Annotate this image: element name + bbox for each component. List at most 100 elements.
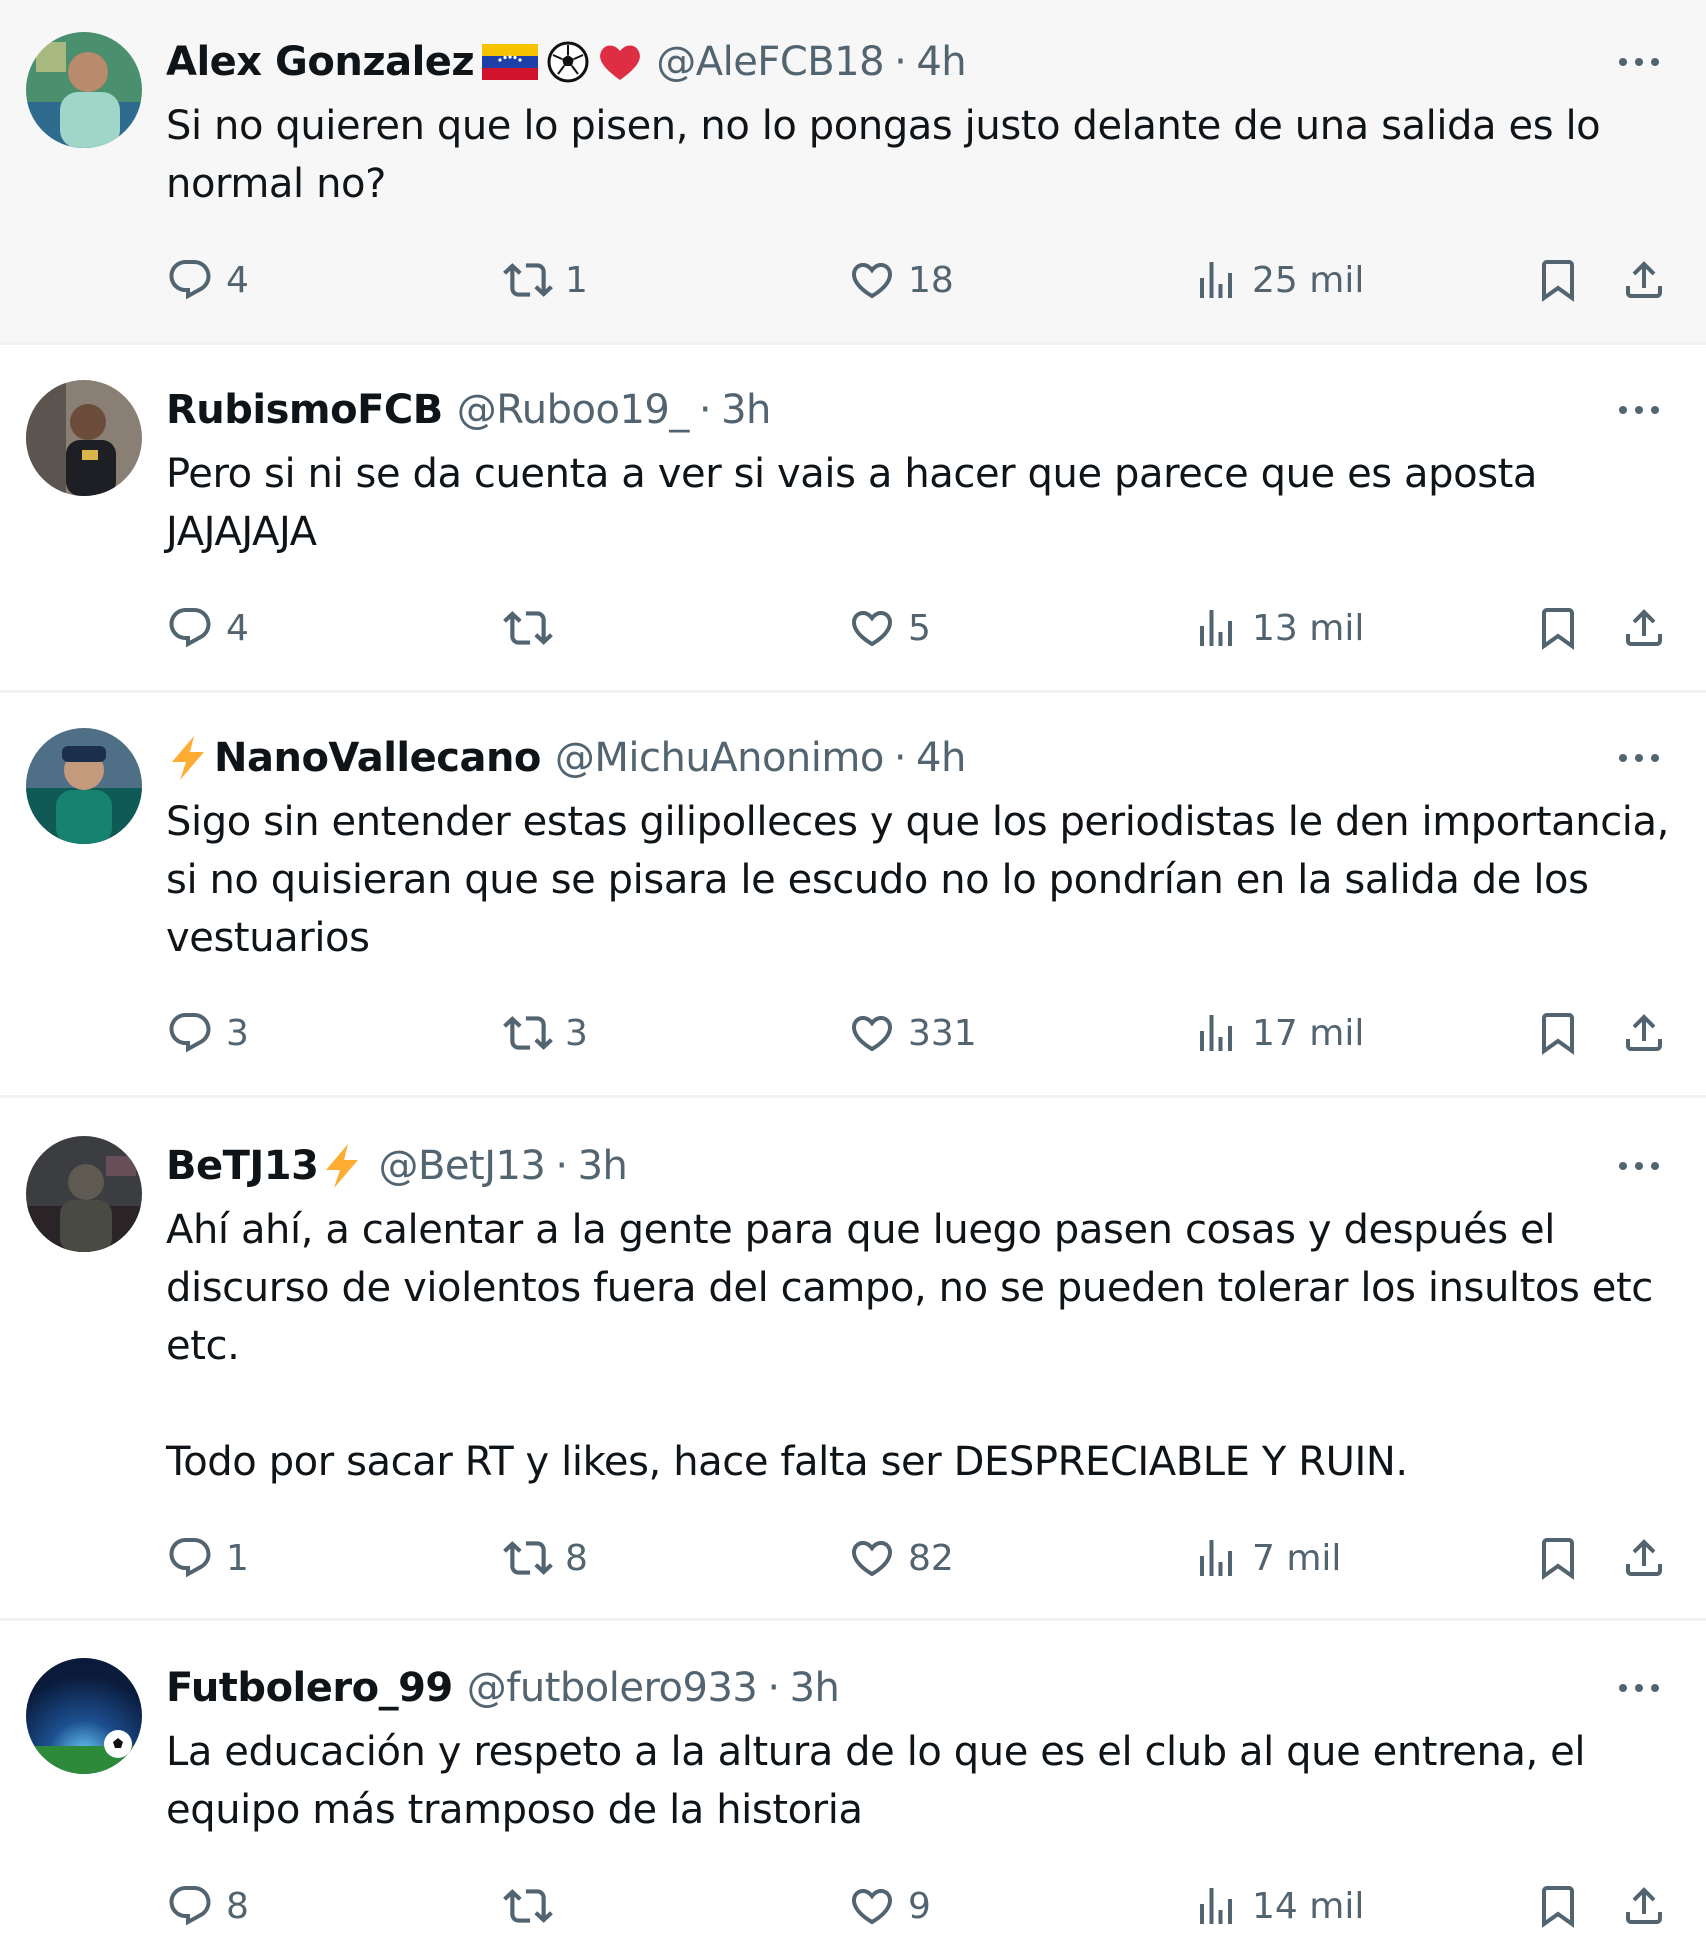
bookmark-button[interactable]: [1534, 1003, 1582, 1063]
display-name[interactable]: NanoVallecano: [214, 735, 541, 781]
display-name[interactable]: Futbolero_99: [166, 1665, 453, 1711]
analytics-icon: [1200, 1540, 1232, 1576]
heart-icon: [851, 1016, 893, 1052]
bookmark-button[interactable]: [1534, 598, 1582, 658]
user-avatar[interactable]: [26, 1136, 142, 1252]
user-avatar[interactable]: [26, 380, 142, 496]
retweet-count: 1: [565, 259, 588, 301]
reply-icon: [169, 608, 211, 648]
reply-tweet[interactable]: RubismoFCB @Ruboo19_ · 3h Pero si ni se …: [0, 345, 1706, 693]
retweet-icon: [503, 611, 553, 645]
reply-tweet[interactable]: Futbolero_99 @futbolero933 · 3h La educa…: [0, 1621, 1706, 1939]
share-button[interactable]: [1620, 1528, 1668, 1588]
reply-tweet[interactable]: NanoVallecano @MichuAnonimo · 4h Sigo si…: [0, 693, 1706, 1098]
user-handle[interactable]: @Ruboo19_: [457, 387, 690, 433]
retweet-button[interactable]: 8: [503, 1528, 588, 1588]
like-button[interactable]: 331: [848, 1003, 977, 1063]
like-count: 82: [908, 1537, 954, 1579]
reply-button[interactable]: 1: [166, 1528, 249, 1588]
tweet-header: RubismoFCB @Ruboo19_ · 3h: [166, 380, 771, 440]
tweet-header: Futbolero_99 @futbolero933 · 3h: [166, 1658, 840, 1718]
analytics-icon: [1200, 262, 1232, 298]
display-name[interactable]: RubismoFCB: [166, 387, 443, 433]
bookmark-icon: [1542, 1886, 1574, 1928]
heart-icon: [851, 263, 893, 299]
reply-tweet[interactable]: BeTJ13 @BetJ13 · 3h Ahí ahí, a calentar …: [0, 1098, 1706, 1621]
share-button[interactable]: [1620, 1876, 1668, 1936]
retweet-button[interactable]: 1: [503, 250, 588, 310]
tweet-actions: 8 9 14 mil: [0, 1876, 1706, 1936]
heart-icon: [851, 611, 893, 647]
bookmark-icon: [1542, 1013, 1574, 1055]
display-name[interactable]: Alex Gonzalez: [166, 39, 475, 85]
analytics-icon: [1200, 1888, 1232, 1924]
share-icon: [1626, 609, 1662, 646]
retweet-icon: [503, 1016, 553, 1050]
analytics-icon: [1200, 610, 1232, 646]
share-icon: [1626, 1539, 1662, 1576]
share-button[interactable]: [1620, 1003, 1668, 1063]
user-handle[interactable]: @AleFCB18: [656, 39, 884, 85]
reply-icon: [169, 1886, 211, 1926]
retweet-icon: [503, 1889, 553, 1923]
lightning-icon: [166, 734, 210, 782]
user-avatar[interactable]: [26, 728, 142, 844]
reply-button[interactable]: 3: [166, 1003, 249, 1063]
timestamp[interactable]: 4h: [916, 39, 966, 85]
tweet-actions: 4 1 18 25 mil: [0, 250, 1706, 310]
reply-icon: [169, 1538, 211, 1578]
views-button[interactable]: 25 mil: [1192, 250, 1364, 310]
share-button[interactable]: [1620, 598, 1668, 658]
retweet-button[interactable]: [503, 1876, 565, 1936]
like-button[interactable]: 82: [848, 1528, 954, 1588]
views-count: 7 mil: [1252, 1537, 1342, 1579]
reply-tweet[interactable]: Alex Gonzalez @AleFCB18 · 4h Si no quier…: [0, 0, 1706, 345]
tweet-actions: 3 3 331 17 mil: [0, 1003, 1706, 1063]
share-button[interactable]: [1620, 250, 1668, 310]
views-count: 17 mil: [1252, 1012, 1365, 1054]
display-name[interactable]: BeTJ13: [166, 1143, 319, 1189]
bookmark-icon: [1542, 608, 1574, 650]
more-options-icon[interactable]: [1614, 42, 1664, 82]
user-handle[interactable]: @futbolero933: [467, 1665, 758, 1711]
lightning-icon: [320, 1142, 364, 1190]
dot-separator: ·: [767, 1665, 780, 1711]
user-avatar[interactable]: [26, 1658, 142, 1774]
like-button[interactable]: 18: [848, 250, 954, 310]
retweet-button[interactable]: [503, 598, 565, 658]
like-button[interactable]: 9: [848, 1876, 931, 1936]
views-count: 14 mil: [1252, 1885, 1365, 1927]
like-count: 5: [908, 607, 931, 649]
views-button[interactable]: 7 mil: [1192, 1528, 1341, 1588]
bookmark-button[interactable]: [1534, 250, 1582, 310]
retweet-button[interactable]: 3: [503, 1003, 588, 1063]
reply-button[interactable]: 4: [166, 250, 249, 310]
tweet-actions: 4 5 13 mil: [0, 598, 1706, 658]
heart-icon: [851, 1889, 893, 1925]
retweet-icon: [503, 263, 553, 297]
timestamp[interactable]: 3h: [721, 387, 771, 433]
views-button[interactable]: 14 mil: [1192, 1876, 1364, 1936]
reply-button[interactable]: 4: [166, 598, 249, 658]
more-options-icon[interactable]: [1614, 390, 1664, 430]
views-button[interactable]: 17 mil: [1192, 1003, 1364, 1063]
retweet-count: 8: [565, 1537, 588, 1579]
like-count: 331: [908, 1012, 977, 1054]
timestamp[interactable]: 4h: [916, 735, 966, 781]
user-handle[interactable]: @MichuAnonimo: [555, 735, 884, 781]
timestamp[interactable]: 3h: [578, 1143, 628, 1189]
reply-button[interactable]: 8: [166, 1876, 249, 1936]
more-options-icon[interactable]: [1614, 738, 1664, 778]
bookmark-button[interactable]: [1534, 1528, 1582, 1588]
user-avatar[interactable]: [26, 32, 142, 148]
bookmark-button[interactable]: [1534, 1876, 1582, 1936]
views-button[interactable]: 13 mil: [1192, 598, 1364, 658]
timestamp[interactable]: 3h: [790, 1665, 840, 1711]
more-options-icon[interactable]: [1614, 1146, 1664, 1186]
like-button[interactable]: 5: [848, 598, 931, 658]
dot-separator: ·: [893, 735, 907, 781]
retweet-icon: [503, 1541, 553, 1575]
more-options-icon[interactable]: [1614, 1668, 1664, 1708]
views-count: 13 mil: [1252, 607, 1365, 649]
user-handle[interactable]: @BetJ13: [378, 1143, 545, 1189]
